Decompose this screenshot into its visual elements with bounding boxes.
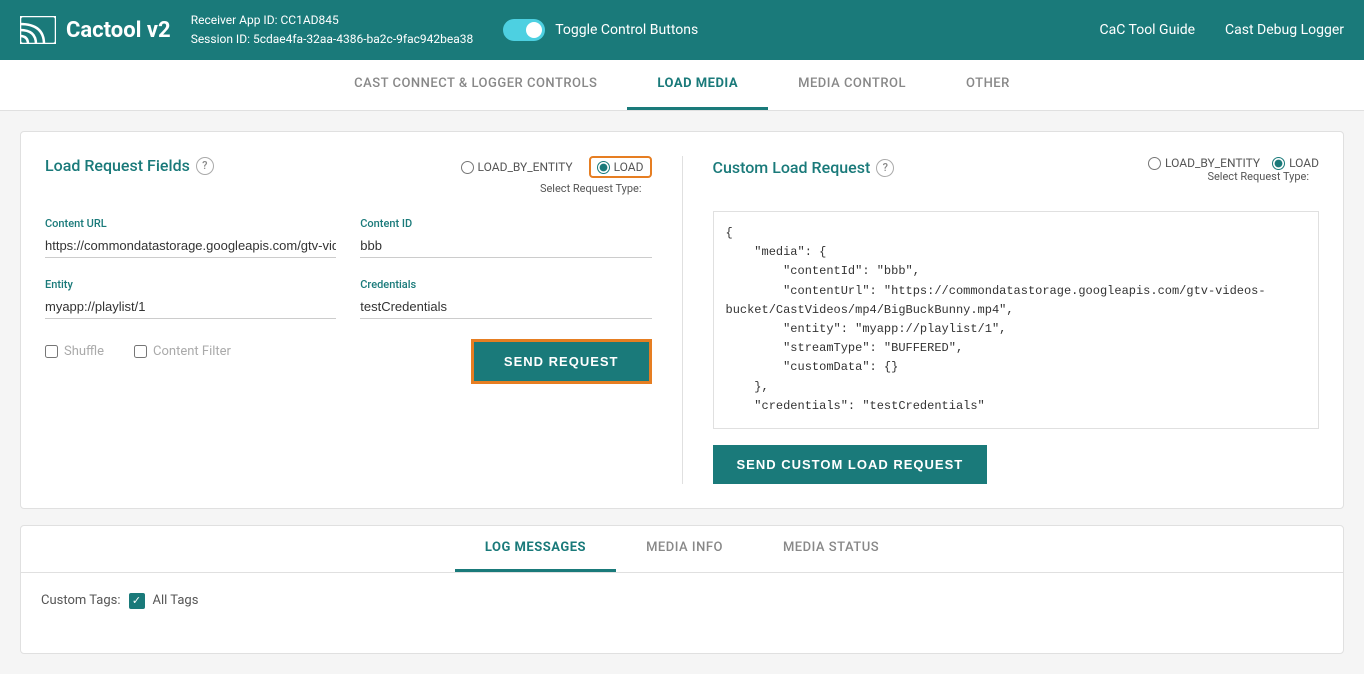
custom-load-radio-group: LOAD_BY_ENTITY LOAD (1148, 156, 1319, 170)
content-url-label: Content URL (45, 217, 336, 230)
content-filter-label: Content Filter (153, 344, 231, 359)
select-request-type-label: Select Request Type: (461, 182, 652, 195)
load-request-radio-group: LOAD_BY_ENTITY LOAD (461, 156, 652, 178)
tab-media-info[interactable]: MEDIA INFO (616, 526, 753, 572)
custom-load-panel: Custom Load Request ? LOAD_BY_ENTITY LOA… (683, 156, 1320, 484)
load-request-title: Load Request Fields ? (45, 156, 214, 175)
content-url-input[interactable] (45, 234, 336, 258)
content-filter-checkbox[interactable] (134, 345, 147, 358)
tab-cast-connect[interactable]: CAST CONNECT & LOGGER CONTROLS (324, 60, 627, 110)
bottom-section: LOG MESSAGES MEDIA INFO MEDIA STATUS Cus… (20, 525, 1344, 654)
cast-debug-logger-link[interactable]: Cast Debug Logger (1225, 22, 1344, 38)
cac-tool-guide-link[interactable]: CaC Tool Guide (1100, 22, 1196, 38)
toggle-label: Toggle Control Buttons (555, 22, 698, 38)
shuffle-checkbox[interactable] (45, 345, 58, 358)
all-tags-label: All Tags (153, 593, 199, 608)
bottom-tabs: LOG MESSAGES MEDIA INFO MEDIA STATUS (21, 526, 1343, 573)
load-media-card: Load Request Fields ? LOAD_BY_ENTITY LOA… (20, 131, 1344, 509)
cast-icon (20, 16, 56, 44)
custom-select-request-type-label: Select Request Type: (1148, 170, 1319, 183)
content-url-field: Content URL (45, 217, 336, 258)
entity-credentials-row: Entity Credentials (45, 278, 652, 319)
credentials-input[interactable] (360, 295, 651, 319)
radio-load[interactable] (597, 161, 610, 174)
custom-radio-load[interactable] (1272, 157, 1285, 170)
all-tags-checkbox[interactable] (129, 593, 145, 609)
logo-text: Cactool v2 (66, 18, 171, 43)
content-url-row: Content URL Content ID (45, 217, 652, 258)
logo: Cactool v2 (20, 16, 171, 44)
entity-input[interactable] (45, 295, 336, 319)
custom-load-header: Custom Load Request ? LOAD_BY_ENTITY LOA… (713, 156, 1320, 199)
credentials-label: Credentials (360, 278, 651, 291)
toggle-switch[interactable] (503, 19, 545, 41)
tab-media-status[interactable]: MEDIA STATUS (753, 526, 909, 572)
radio-load-by-entity[interactable] (461, 161, 474, 174)
tab-other[interactable]: OTHER (936, 60, 1040, 110)
shuffle-checkbox-label[interactable]: Shuffle (45, 344, 104, 359)
credentials-field: Credentials (360, 278, 651, 319)
bottom-content: Custom Tags: All Tags (21, 573, 1343, 653)
header-nav: CaC Tool Guide Cast Debug Logger (1100, 22, 1345, 38)
tab-log-messages[interactable]: LOG MESSAGES (455, 526, 616, 572)
tab-media-control[interactable]: MEDIA CONTROL (768, 60, 936, 110)
content-id-label: Content ID (360, 217, 651, 230)
content-filter-checkbox-label[interactable]: Content Filter (134, 344, 231, 359)
main-content: Load Request Fields ? LOAD_BY_ENTITY LOA… (0, 111, 1364, 674)
radio-load-label[interactable]: LOAD (589, 156, 652, 178)
checkbox-row: Shuffle Content Filter (45, 344, 231, 359)
session-info: Receiver App ID: CC1AD845 Session ID: 5c… (191, 11, 474, 49)
custom-load-title: Custom Load Request ? (713, 158, 895, 177)
send-custom-load-request-button[interactable]: SEND CUSTOM LOAD REQUEST (713, 445, 988, 484)
json-editor[interactable]: { "media": { "contentId": "bbb", "conten… (713, 211, 1320, 429)
send-request-button[interactable]: SEND REQUEST (471, 339, 652, 384)
load-request-panel: Load Request Fields ? LOAD_BY_ENTITY LOA… (45, 156, 683, 484)
entity-label: Entity (45, 278, 336, 291)
custom-load-help-icon[interactable]: ? (876, 159, 894, 177)
load-request-help-icon[interactable]: ? (196, 157, 214, 175)
session-id: Session ID: 5cdae4fa-32aa-4386-ba2c-9fac… (191, 30, 474, 49)
content-id-input[interactable] (360, 234, 651, 258)
content-id-field: Content ID (360, 217, 651, 258)
header: Cactool v2 Receiver App ID: CC1AD845 Ses… (0, 0, 1364, 60)
shuffle-label: Shuffle (64, 344, 104, 359)
custom-radio-load-by-entity[interactable] (1148, 157, 1161, 170)
receiver-app-id: Receiver App ID: CC1AD845 (191, 11, 474, 30)
custom-tags-row: Custom Tags: All Tags (41, 593, 1323, 609)
custom-radio-load-by-entity-label[interactable]: LOAD_BY_ENTITY (1148, 156, 1260, 170)
main-tabs: CAST CONNECT & LOGGER CONTROLS LOAD MEDI… (0, 60, 1364, 111)
entity-field: Entity (45, 278, 336, 319)
tab-load-media[interactable]: LOAD MEDIA (627, 60, 768, 110)
toggle-section: Toggle Control Buttons (503, 19, 698, 41)
radio-load-by-entity-label[interactable]: LOAD_BY_ENTITY (461, 160, 573, 174)
custom-radio-load-label[interactable]: LOAD (1272, 156, 1319, 170)
custom-tags-label: Custom Tags: (41, 593, 121, 608)
